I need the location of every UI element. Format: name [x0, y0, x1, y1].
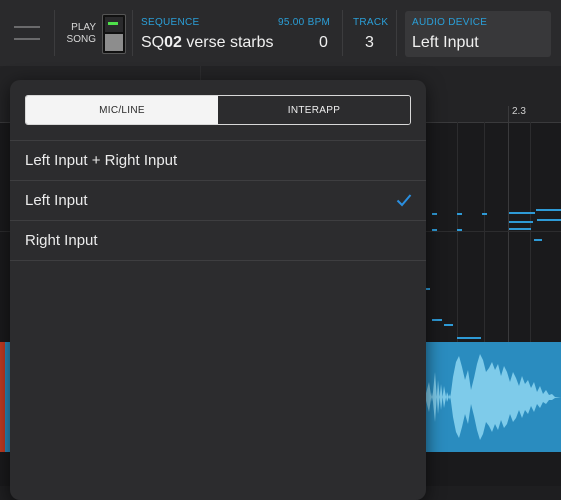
sequence-title: verse starbs — [181, 34, 274, 51]
audio-device-selector[interactable]: AUDIO DEVICE Left Input — [405, 11, 551, 57]
midi-note[interactable] — [457, 213, 462, 215]
option-right-input[interactable]: Right Input — [10, 221, 426, 261]
midi-note[interactable] — [509, 212, 535, 214]
audio-device-label: AUDIO DEVICE — [412, 17, 488, 28]
play-song-toggle[interactable] — [102, 14, 126, 54]
divider — [342, 10, 343, 56]
toggle-bottom — [105, 34, 123, 51]
option-left-right-input[interactable]: Left Input + Right Input — [10, 141, 426, 181]
option-label: Left Input + Right Input — [25, 152, 178, 169]
toggle-led-icon — [108, 22, 118, 25]
option-left-input[interactable]: Left Input — [10, 181, 426, 221]
option-label: Left Input — [25, 192, 88, 209]
grid-line — [457, 122, 458, 342]
midi-note[interactable] — [432, 213, 437, 215]
sequence-prefix: SQ — [141, 34, 165, 51]
bpm-label: 95.00 BPM — [278, 17, 331, 28]
checkmark-icon — [396, 194, 412, 207]
midi-note[interactable] — [457, 229, 462, 231]
hamburger-icon[interactable] — [14, 26, 40, 42]
midi-note[interactable] — [426, 288, 430, 290]
divider — [54, 10, 55, 56]
tab-interapp[interactable]: INTERAPP — [218, 96, 410, 124]
midi-note[interactable] — [536, 209, 561, 211]
track-label: TRACK — [353, 17, 389, 28]
grid-line — [508, 106, 509, 342]
sequence-number: 02 — [164, 34, 182, 51]
sequence-name: SQ02 verse starbs — [141, 34, 274, 52]
midi-note[interactable] — [432, 319, 442, 321]
top-bar: PLAY SONG SEQUENCE 95.00 BPM SQ02 verse … — [0, 0, 561, 67]
region-start-marker — [0, 342, 5, 452]
midi-note[interactable] — [534, 239, 542, 241]
tab-mic-line[interactable]: MIC/LINE — [26, 96, 218, 124]
input-options-list: Left Input + Right Input Left Input Righ… — [10, 140, 426, 261]
audio-device-value: Left Input — [412, 34, 479, 51]
divider — [396, 10, 397, 56]
play-song-line1: PLAY — [71, 22, 96, 33]
grid-line — [530, 122, 531, 342]
midi-note[interactable] — [457, 337, 481, 339]
play-song-label: PLAY SONG — [62, 22, 96, 46]
midi-note[interactable] — [509, 228, 531, 230]
midi-note[interactable] — [537, 219, 561, 221]
bpm-value: 0 — [319, 34, 328, 51]
grid-line — [484, 122, 485, 342]
divider — [132, 10, 133, 56]
input-source-segmented-control: MIC/LINE INTERAPP — [25, 95, 411, 125]
midi-note[interactable] — [432, 229, 437, 231]
play-song-line2: SONG — [66, 34, 96, 45]
ruler-marker: 2.3 — [512, 106, 526, 117]
midi-note[interactable] — [444, 324, 453, 326]
audio-waveform — [425, 354, 561, 440]
track-value: 3 — [365, 34, 374, 51]
sequence-label: SEQUENCE — [141, 17, 200, 28]
audio-input-popover: MIC/LINE INTERAPP Left Input + Right Inp… — [10, 80, 426, 500]
midi-note[interactable] — [509, 221, 533, 223]
option-label: Right Input — [25, 232, 98, 249]
midi-note[interactable] — [482, 213, 487, 215]
